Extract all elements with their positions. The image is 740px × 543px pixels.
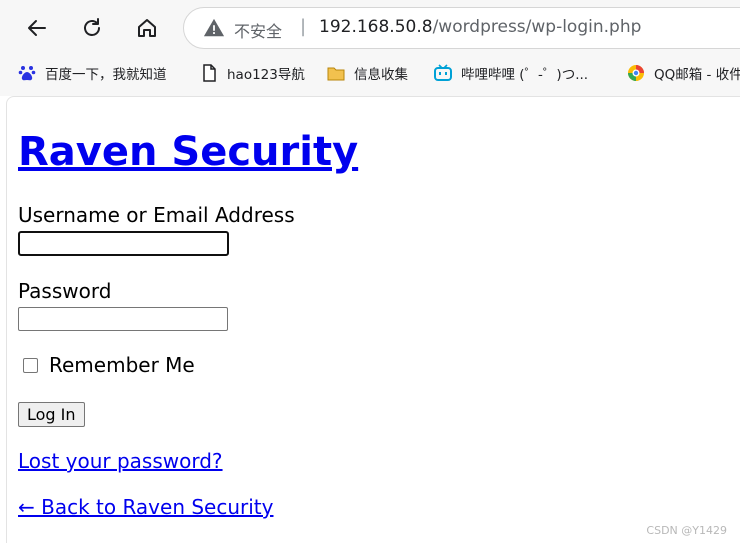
- address-separator: |: [300, 16, 307, 37]
- remember-me-checkbox[interactable]: [23, 358, 38, 373]
- bookmark-baidu[interactable]: 百度一下，我就知道: [18, 60, 167, 86]
- password-label: Password: [18, 279, 112, 303]
- reload-button[interactable]: [74, 10, 110, 46]
- bookmark-label: QQ邮箱 - 收件: [654, 67, 740, 83]
- bookmark-label: 哔哩哔哩 (゜-゜)つ...: [461, 67, 589, 83]
- home-button[interactable]: [129, 10, 165, 46]
- url-path: /wordpress/wp-login.php: [432, 17, 642, 37]
- username-input[interactable]: [18, 231, 229, 256]
- bookmark-bilibili[interactable]: 哔哩哔哩 (゜-゜)つ...: [434, 60, 588, 86]
- csdn-watermark: CSDN @Y1429: [646, 524, 727, 537]
- log-in-button[interactable]: Log In: [18, 402, 85, 427]
- security-status-label[interactable]: 不安全: [234, 18, 282, 42]
- page-content: Raven Security Username or Email Address…: [6, 96, 740, 543]
- password-input[interactable]: [18, 307, 228, 331]
- arrow-left-icon: [28, 20, 46, 36]
- home-icon: [138, 19, 156, 37]
- bookmark-hao123[interactable]: hao123导航: [200, 60, 305, 86]
- warning-icon[interactable]: [203, 17, 225, 39]
- folder-icon: [327, 67, 345, 81]
- bookmarks-bar: 百度一下，我就知道 hao123导航 信息收集 哔哩哔哩 (゜-゜)つ... Q…: [0, 60, 740, 86]
- page-icon: [203, 64, 216, 82]
- remember-me-label[interactable]: Remember Me: [49, 353, 195, 377]
- bookmark-label: hao123导航: [227, 67, 305, 83]
- address-bar[interactable]: 不安全 | 192.168.50.8/wordpress/wp-login.ph…: [183, 7, 740, 49]
- back-button[interactable]: [19, 10, 55, 46]
- bookmark-qq-mail[interactable]: QQ邮箱 - 收件: [627, 60, 740, 86]
- qq-mail-icon: [628, 65, 644, 81]
- bookmark-folder-info[interactable]: 信息收集: [327, 60, 408, 86]
- bilibili-icon: [434, 64, 452, 81]
- site-title-link[interactable]: Raven Security: [18, 129, 358, 175]
- username-label: Username or Email Address: [18, 203, 295, 227]
- bookmark-label: 百度一下，我就知道: [45, 67, 167, 83]
- bookmark-label: 信息收集: [354, 67, 408, 83]
- url-text[interactable]: 192.168.50.8/wordpress/wp-login.php: [319, 17, 641, 37]
- site-title: Raven Security: [18, 126, 358, 178]
- reload-icon: [84, 18, 100, 36]
- back-to-site-link[interactable]: ← Back to Raven Security: [18, 495, 273, 519]
- lost-password-link[interactable]: Lost your password?: [18, 449, 223, 473]
- url-host: 192.168.50.8: [319, 17, 433, 37]
- baidu-paw-icon: [18, 66, 36, 81]
- browser-chrome: 不安全 | 192.168.50.8/wordpress/wp-login.ph…: [0, 0, 740, 96]
